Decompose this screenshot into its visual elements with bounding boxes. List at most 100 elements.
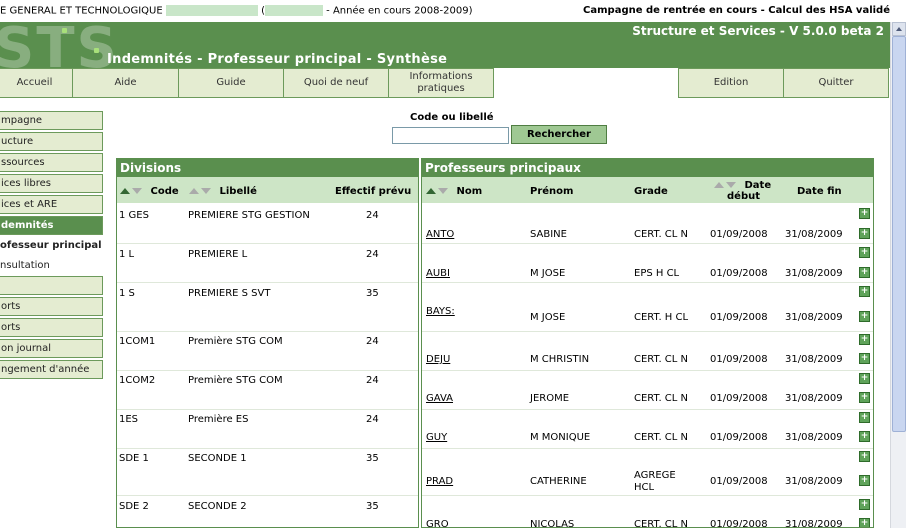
app-header: STS Structure et Services - V 5.0.0 beta…	[0, 22, 890, 68]
division-libelle: PREMIERE STG GESTION	[188, 210, 310, 221]
prof-nom-link[interactable]: PRAD	[426, 476, 453, 488]
sidebar-item-journal[interactable]: on journal	[0, 339, 103, 358]
search-button[interactable]: Rechercher	[511, 125, 607, 144]
add-icon[interactable]: +	[859, 451, 870, 462]
sidebar-item-campagne[interactable]: mpagne	[0, 111, 103, 130]
prof-nom-link[interactable]: BAYS:	[426, 306, 455, 318]
prof-nom-link[interactable]: DEJU	[426, 354, 450, 366]
add-icon[interactable]: +	[859, 311, 870, 322]
nav-informations-button[interactable]: Informations pratiques	[388, 68, 494, 98]
add-icon[interactable]: +	[859, 247, 870, 258]
row-divider	[422, 282, 873, 283]
add-icon[interactable]: +	[859, 431, 870, 442]
sort-asc-icon[interactable]	[426, 188, 436, 194]
sidebar-item-exports[interactable]: orts	[0, 318, 103, 337]
prof-prenom: M JOSE	[530, 268, 566, 279]
sidebar-item-blank[interactable]	[0, 276, 103, 295]
sidebar-item-structure[interactable]: ucture	[0, 132, 103, 151]
add-icon[interactable]: +	[859, 499, 870, 510]
row-divider	[117, 331, 418, 332]
sidebar-item-imports[interactable]: orts	[0, 297, 103, 316]
nav-aide-button[interactable]: Aide	[72, 68, 179, 98]
prof-grade-2: HCL	[634, 482, 655, 493]
division-code: SDE 1	[119, 453, 149, 464]
row-divider	[422, 243, 873, 244]
sort-desc-icon[interactable]	[132, 188, 142, 194]
sort-desc-icon[interactable]	[438, 188, 448, 194]
sort-libelle[interactable]: Libellé	[189, 186, 257, 197]
nav-quitter-button[interactable]: Quitter	[783, 68, 889, 98]
add-icon[interactable]: +	[859, 518, 870, 527]
prof-prenom: SABINE	[530, 229, 567, 240]
col-libelle: Libellé	[219, 186, 257, 197]
sidebar-item-services-libres[interactable]: ices libres	[0, 174, 103, 193]
prof-grade: AGREGE	[634, 470, 676, 481]
nav-accueil-button[interactable]: Accueil	[0, 68, 73, 98]
col-prenom: Prénom	[530, 186, 574, 197]
sidebar-sub-professeur-principal[interactable]: ofesseur principal	[0, 240, 102, 251]
sidebar-item-services-are[interactable]: ices et ARE	[0, 195, 103, 214]
division-effectif: 24	[366, 249, 379, 260]
prof-nom-link[interactable]: ANTO	[426, 229, 454, 241]
add-icon[interactable]: +	[859, 208, 870, 219]
prof-grade: CERT. CL N	[634, 393, 689, 404]
prof-date-debut: 01/09/2008	[710, 229, 768, 240]
sort-code[interactable]: Code	[120, 186, 179, 197]
sort-desc-icon[interactable]	[726, 182, 736, 188]
division-effectif: 24	[366, 336, 379, 347]
prof-date-debut: 01/09/2008	[710, 476, 768, 487]
professeurs-panel: Professeurs principaux Nom Prénom Grade …	[421, 158, 874, 528]
add-icon[interactable]: +	[859, 353, 870, 364]
nav-edition-button[interactable]: Edition	[678, 68, 784, 98]
division-code: 1 GES	[119, 210, 149, 221]
prof-prenom: NICOLAS	[530, 519, 575, 528]
nav-guide-button[interactable]: Guide	[178, 68, 284, 98]
sort-nom[interactable]: Nom	[426, 186, 482, 197]
sort-date-debut[interactable]: Date	[714, 180, 771, 191]
prof-nom-link[interactable]: AUBI	[426, 268, 450, 280]
add-icon[interactable]: +	[859, 334, 870, 345]
redacted-name	[165, 5, 258, 16]
prof-nom-link[interactable]: GAVA	[426, 393, 453, 405]
sort-asc-icon[interactable]	[714, 182, 724, 188]
division-code: 1 S	[119, 288, 135, 299]
add-icon[interactable]: +	[859, 286, 870, 297]
prof-date-fin: 31/08/2009	[785, 476, 843, 487]
add-icon[interactable]: +	[859, 392, 870, 403]
sort-asc-icon[interactable]	[189, 188, 199, 194]
campaign-status: Campagne de rentrée en cours - Calcul de…	[583, 5, 890, 16]
row-divider	[422, 409, 873, 410]
division-libelle: SECONDE 2	[188, 501, 247, 512]
sort-asc-icon[interactable]	[120, 188, 130, 194]
add-icon[interactable]: +	[859, 373, 870, 384]
division-effectif: 35	[366, 288, 379, 299]
add-icon[interactable]: +	[859, 475, 870, 486]
scroll-thumb[interactable]	[892, 36, 906, 432]
sidebar-item-ressources[interactable]: ssources	[0, 153, 103, 172]
prof-grade: EPS H CL	[634, 268, 680, 279]
row-divider	[422, 370, 873, 371]
establishment-type: E GENERAL ET TECHNOLOGIQUE	[0, 5, 163, 17]
sidebar-item-changement-annee[interactable]: ngement d'année	[0, 360, 103, 379]
prof-date-debut: 01/09/2008	[710, 312, 768, 323]
sidebar-item-indemnites[interactable]: demnités	[0, 216, 103, 235]
prof-date-fin: 31/08/2009	[785, 229, 843, 240]
prof-date-debut: 01/09/2008	[710, 519, 768, 528]
scroll-up-icon[interactable]	[892, 22, 906, 36]
add-icon[interactable]: +	[859, 412, 870, 423]
search-input[interactable]	[392, 127, 509, 144]
prof-prenom: M JOSE	[530, 312, 566, 323]
prof-nom-link[interactable]: GUY	[426, 432, 447, 444]
add-icon[interactable]: +	[859, 228, 870, 239]
sort-desc-icon[interactable]	[201, 188, 211, 194]
app-version: Structure et Services - V 5.0.0 beta 2	[632, 24, 884, 38]
nav-quoi-de-neuf-button[interactable]: Quoi de neuf	[283, 68, 389, 98]
divisions-title: Divisions	[117, 159, 418, 177]
division-libelle: Première ES	[188, 414, 249, 425]
division-libelle: SECONDE 1	[188, 453, 247, 464]
prof-nom-link[interactable]: GRO	[426, 519, 449, 527]
sidebar-sub-consultation[interactable]: nsultation	[0, 260, 50, 271]
add-icon[interactable]: +	[859, 267, 870, 278]
row-divider	[117, 409, 418, 410]
vertical-scrollbar[interactable]	[890, 22, 906, 528]
